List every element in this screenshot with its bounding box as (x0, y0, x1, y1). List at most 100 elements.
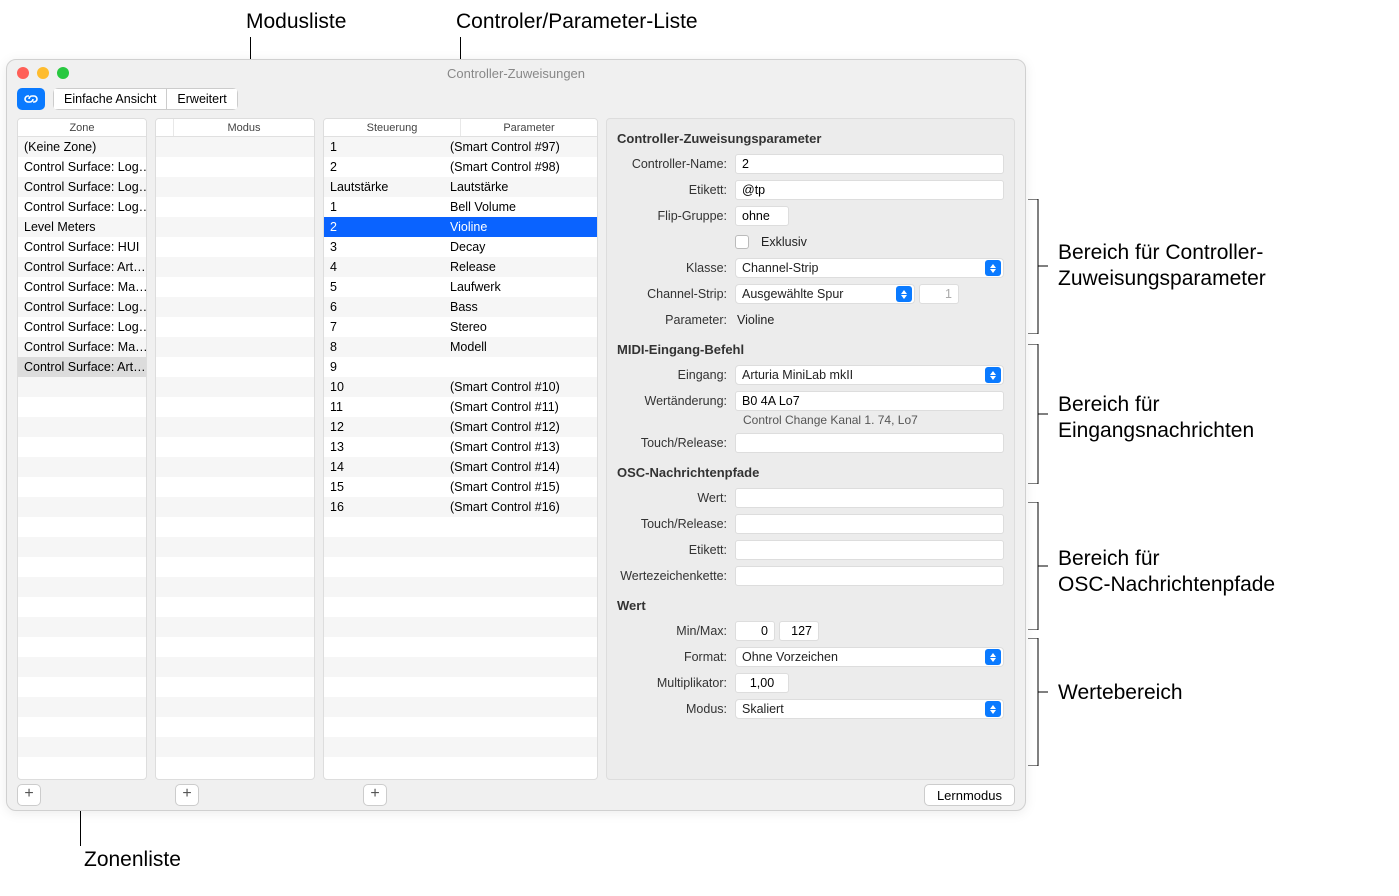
controller-name-input[interactable] (735, 154, 1004, 174)
mode-row[interactable] (156, 377, 314, 397)
minimize-button[interactable] (37, 67, 49, 79)
add-param-button[interactable]: + (363, 784, 387, 806)
zone-row[interactable]: Level Meters (18, 217, 146, 237)
max-input[interactable] (779, 621, 819, 641)
mode-row[interactable] (156, 437, 314, 457)
param-row[interactable]: 1Bell Volume (324, 197, 597, 217)
param-row[interactable]: 7Stereo (324, 317, 597, 337)
min-input[interactable] (735, 621, 775, 641)
zone-row[interactable]: Control Surface: Log… (18, 297, 146, 317)
mode-body[interactable] (156, 137, 314, 779)
param-row[interactable] (324, 557, 597, 577)
param-row[interactable]: 3Decay (324, 237, 597, 257)
mode-row[interactable] (156, 397, 314, 417)
zone-row[interactable] (18, 397, 146, 417)
view-expert-button[interactable]: Erweitert (167, 88, 237, 110)
mode-row[interactable] (156, 197, 314, 217)
param-row[interactable] (324, 717, 597, 737)
channelstrip-num-input[interactable] (919, 284, 959, 304)
zone-row[interactable]: Control Surface: Log… (18, 177, 146, 197)
osc-wert-input[interactable] (735, 488, 1004, 508)
param-row[interactable] (324, 697, 597, 717)
zone-row[interactable]: Control Surface: Art… (18, 357, 146, 377)
mode-row[interactable] (156, 717, 314, 737)
mode-row[interactable] (156, 577, 314, 597)
mode-row[interactable] (156, 297, 314, 317)
param-row[interactable] (324, 597, 597, 617)
param-row[interactable]: 10(Smart Control #10) (324, 377, 597, 397)
mode-row[interactable] (156, 177, 314, 197)
mode-row[interactable] (156, 357, 314, 377)
zone-row[interactable] (18, 457, 146, 477)
param-row[interactable]: 2(Smart Control #98) (324, 157, 597, 177)
zone-row[interactable] (18, 377, 146, 397)
param-row[interactable]: 2Violine (324, 217, 597, 237)
zone-row[interactable] (18, 737, 146, 757)
flip-input[interactable] (735, 206, 789, 226)
zone-row[interactable] (18, 717, 146, 737)
link-button[interactable] (17, 88, 45, 110)
osc-etikett-input[interactable] (735, 540, 1004, 560)
mode-row[interactable] (156, 217, 314, 237)
zone-row[interactable] (18, 677, 146, 697)
zone-row[interactable]: (Keine Zone) (18, 137, 146, 157)
mode-row[interactable] (156, 417, 314, 437)
zone-row[interactable] (18, 557, 146, 577)
mode-row[interactable] (156, 457, 314, 477)
eingang-select[interactable]: Arturia MiniLab mkII (735, 365, 1004, 385)
mode-row[interactable] (156, 277, 314, 297)
zone-row[interactable] (18, 497, 146, 517)
param-row[interactable] (324, 737, 597, 757)
zone-row[interactable]: Control Surface: HUI (18, 237, 146, 257)
etikett-input[interactable] (735, 180, 1004, 200)
param-row[interactable]: 15(Smart Control #15) (324, 477, 597, 497)
param-row[interactable]: 12(Smart Control #12) (324, 417, 597, 437)
view-simple-button[interactable]: Einfache Ansicht (53, 88, 167, 110)
learn-button[interactable]: Lernmodus (924, 784, 1015, 806)
param-row[interactable] (324, 677, 597, 697)
param-row[interactable] (324, 637, 597, 657)
close-button[interactable] (17, 67, 29, 79)
zone-row[interactable] (18, 537, 146, 557)
param-row[interactable]: 6Bass (324, 297, 597, 317)
mode-row[interactable] (156, 317, 314, 337)
maximize-button[interactable] (57, 67, 69, 79)
zone-row[interactable] (18, 477, 146, 497)
param-row[interactable] (324, 617, 597, 637)
param-row[interactable]: 13(Smart Control #13) (324, 437, 597, 457)
param-body[interactable]: 1(Smart Control #97)2(Smart Control #98)… (324, 137, 597, 779)
zone-row[interactable]: Control Surface: Log… (18, 157, 146, 177)
param-row[interactable]: 4Release (324, 257, 597, 277)
param-row[interactable]: 1(Smart Control #97) (324, 137, 597, 157)
zone-row[interactable] (18, 517, 146, 537)
zone-row[interactable] (18, 617, 146, 637)
mode-row[interactable] (156, 477, 314, 497)
add-mode-button[interactable]: + (175, 784, 199, 806)
zone-row[interactable] (18, 597, 146, 617)
mode-row[interactable] (156, 137, 314, 157)
param-row[interactable] (324, 517, 597, 537)
touchrelease-input[interactable] (735, 433, 1004, 453)
channelstrip-select[interactable]: Ausgewählte Spur (735, 284, 915, 304)
mode-row[interactable] (156, 677, 314, 697)
wertanderung-input[interactable] (735, 391, 1004, 411)
mode-row[interactable] (156, 157, 314, 177)
param-row[interactable]: LautstärkeLautstärke (324, 177, 597, 197)
param-row[interactable] (324, 657, 597, 677)
modus-select[interactable]: Skaliert (735, 699, 1004, 719)
zone-row[interactable]: Control Surface: Log… (18, 317, 146, 337)
mode-row[interactable] (156, 237, 314, 257)
osc-string-input[interactable] (735, 566, 1004, 586)
mode-row[interactable] (156, 337, 314, 357)
mode-row[interactable] (156, 497, 314, 517)
mode-row[interactable] (156, 517, 314, 537)
klasse-select[interactable]: Channel-Strip (735, 258, 1004, 278)
param-row[interactable]: 14(Smart Control #14) (324, 457, 597, 477)
mode-row[interactable] (156, 737, 314, 757)
param-row[interactable]: 9 (324, 357, 597, 377)
zone-row[interactable]: Control Surface: Ma… (18, 337, 146, 357)
zone-row[interactable]: Control Surface: Ma… (18, 277, 146, 297)
zone-row[interactable] (18, 657, 146, 677)
zone-row[interactable] (18, 637, 146, 657)
mode-row[interactable] (156, 657, 314, 677)
